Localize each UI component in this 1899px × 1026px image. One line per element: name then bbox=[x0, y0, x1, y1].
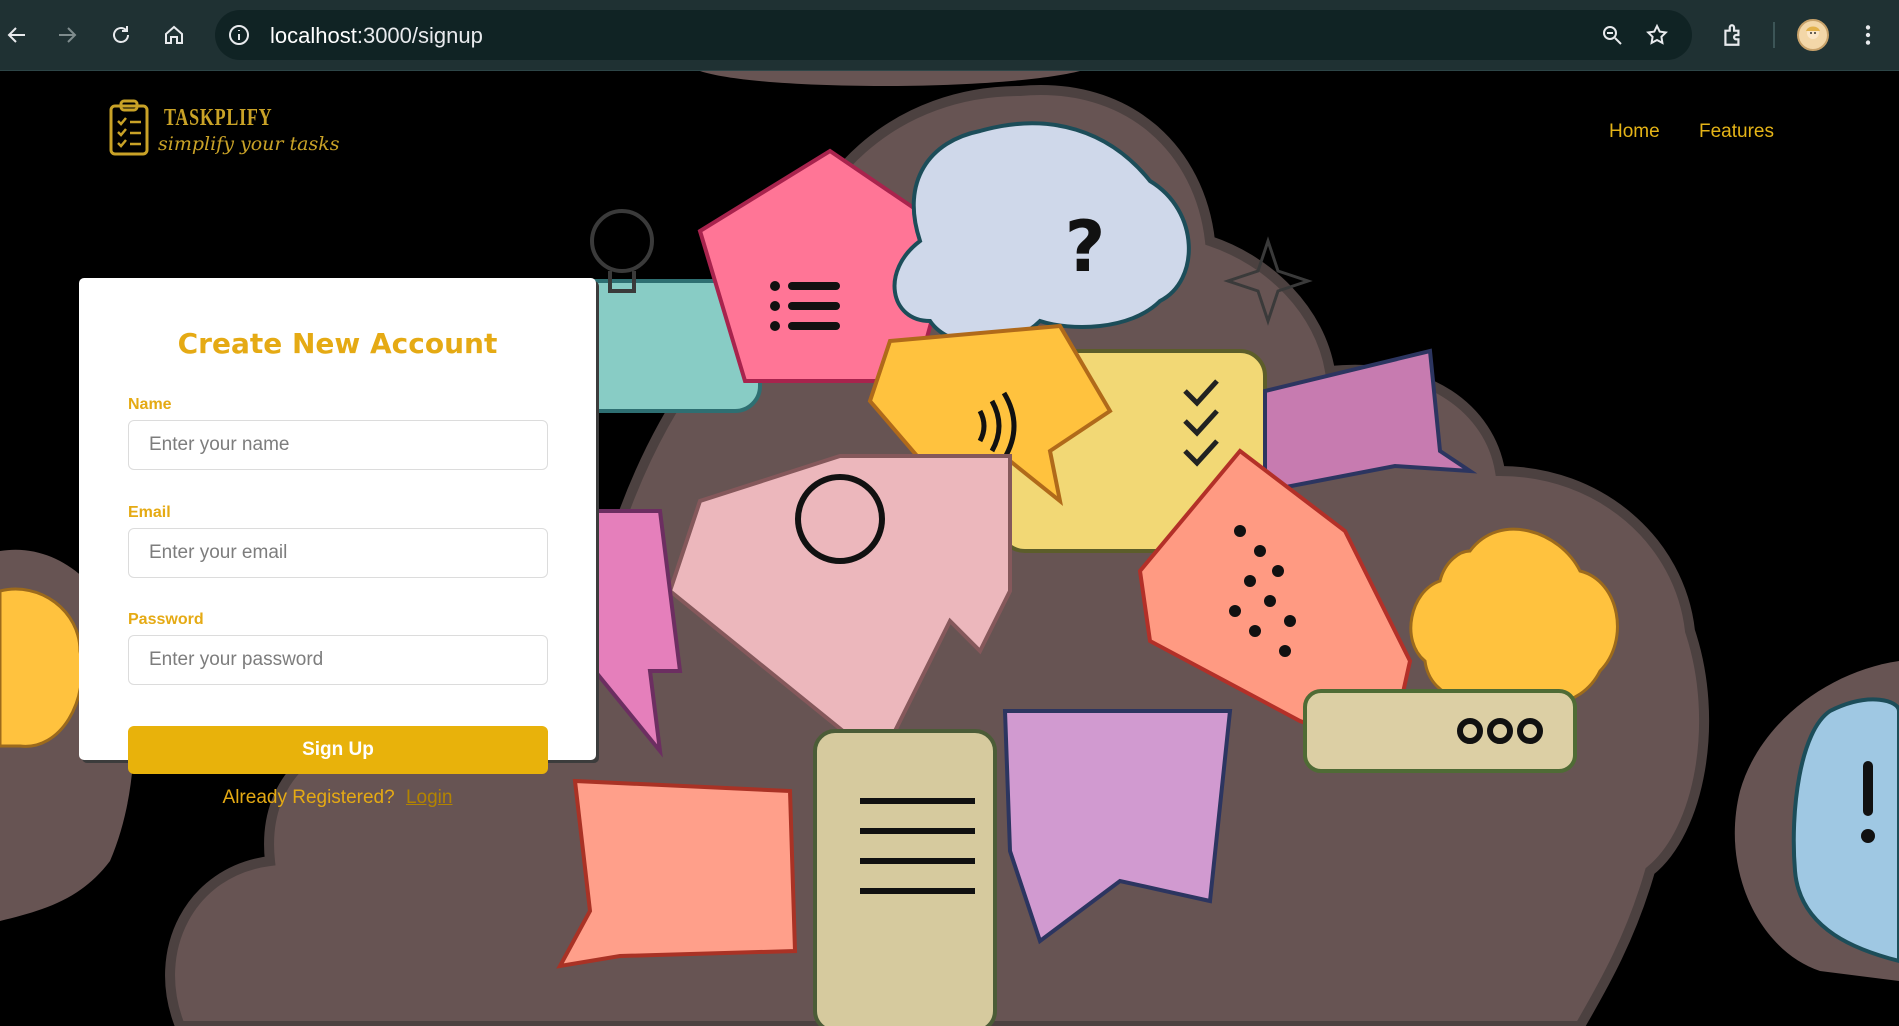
sign-up-button[interactable]: Sign Up bbox=[128, 726, 548, 774]
clipboard-icon bbox=[109, 99, 149, 156]
top-blob bbox=[700, 71, 1080, 86]
email-input[interactable] bbox=[128, 528, 548, 578]
avatar-icon bbox=[1806, 26, 1820, 39]
arrow-left-icon bbox=[7, 27, 25, 43]
text-lines-bubble bbox=[813, 729, 997, 1026]
brand-name: TASKPLIFY bbox=[164, 105, 273, 131]
signup-page: ? TASKPLIFY simplify your tasks Home Fea… bbox=[0, 71, 1899, 1026]
brand-tagline: simplify your tasks bbox=[158, 133, 340, 155]
exclamation-glyph bbox=[1863, 761, 1873, 816]
extensions-icon[interactable] bbox=[1720, 22, 1746, 48]
ellipsis-bubble bbox=[1303, 689, 1577, 773]
reload-icon bbox=[113, 26, 129, 43]
name-label: Name bbox=[128, 396, 172, 413]
forward-button[interactable] bbox=[50, 18, 84, 52]
email-label: Email bbox=[128, 504, 171, 521]
bookmark-star-icon[interactable] bbox=[1645, 23, 1669, 47]
home-button[interactable] bbox=[157, 18, 191, 52]
url-text[interactable]: localhost:3000/signup bbox=[270, 23, 483, 49]
login-prompt: Already Registered? Login bbox=[79, 787, 596, 809]
signup-card: Create New Account Name Email Password S… bbox=[79, 278, 596, 808]
name-input[interactable] bbox=[128, 420, 548, 470]
home-icon bbox=[165, 25, 183, 44]
password-label: Password bbox=[128, 611, 204, 628]
already-registered-text: Already Registered? bbox=[222, 787, 395, 808]
brand-logo[interactable]: TASKPLIFY simplify your tasks bbox=[108, 99, 339, 169]
nav-home-link[interactable]: Home bbox=[1609, 121, 1660, 143]
back-button[interactable] bbox=[0, 18, 34, 52]
profile-avatar[interactable] bbox=[1797, 19, 1829, 51]
site-info-icon[interactable] bbox=[227, 23, 251, 47]
toolbar-divider bbox=[1773, 22, 1775, 48]
zoom-icon[interactable] bbox=[1600, 23, 1624, 47]
reload-button[interactable] bbox=[104, 18, 138, 52]
address-bar[interactable]: localhost:3000/signup bbox=[215, 10, 1692, 60]
arrow-right-icon bbox=[59, 27, 77, 43]
browser-toolbar: localhost:3000/signup bbox=[0, 0, 1899, 71]
menu-kebab-icon[interactable] bbox=[1855, 22, 1881, 48]
login-link[interactable]: Login bbox=[406, 787, 453, 808]
question-mark-glyph: ? bbox=[1065, 206, 1106, 288]
nav-features-link[interactable]: Features bbox=[1699, 121, 1774, 143]
form-title: Create New Account bbox=[177, 327, 498, 360]
password-input[interactable] bbox=[128, 635, 548, 685]
